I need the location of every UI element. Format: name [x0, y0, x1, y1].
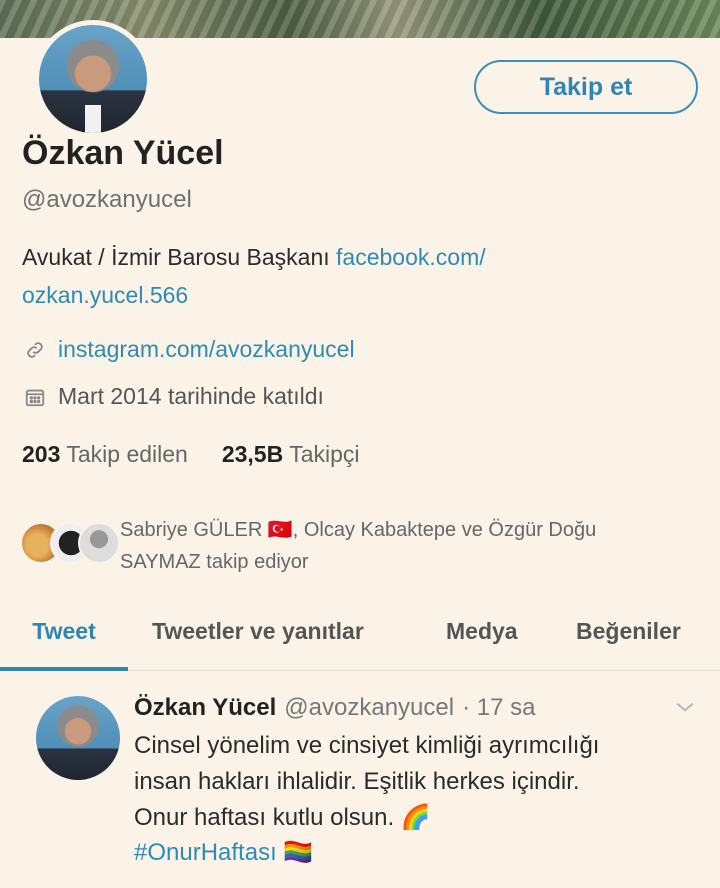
- following-label: Takip edilen: [66, 441, 188, 467]
- followed-by-line2: SAYMAZ takip ediyor: [120, 551, 309, 573]
- profile-website-link[interactable]: instagram.com/avozkanyucel: [58, 336, 355, 363]
- bio-facebook-link-cont[interactable]: ozkan.yucel.566: [22, 282, 188, 308]
- followers-label: Takipçi: [289, 441, 360, 467]
- tweet-hashtag[interactable]: #OnurHaftası 🏳️‍🌈: [134, 838, 313, 867]
- calendar-icon: [22, 384, 48, 410]
- profile-handle: @avozkanyucel: [22, 186, 192, 213]
- following-count: 203: [22, 441, 61, 467]
- followed-by-line1: Sabriye GÜLER 🇹🇷, Olcay Kabaktepe ve Özg…: [120, 519, 597, 541]
- tweet-line: insan hakları ihlalidir. Eşitlik herkes …: [134, 768, 580, 795]
- tab-media[interactable]: Medya: [446, 604, 518, 670]
- tweet-line: Cinsel yönelim ve cinsiyet kimliği ayrım…: [134, 732, 600, 759]
- tab-likes[interactable]: Beğeniler: [576, 604, 681, 670]
- profile-joined-row: Mart 2014 tarihinde katıldı: [22, 383, 324, 410]
- tab-tweets-and-replies[interactable]: Tweetler ve yanıtlar: [152, 604, 364, 670]
- bio-text: Avukat / İzmir Barosu Başkanı: [22, 244, 337, 270]
- profile-name: Özkan Yücel: [22, 134, 224, 172]
- profile-joined-text: Mart 2014 tarihinde katıldı: [58, 383, 324, 409]
- profile-stats: 203 Takip edilen 23,5B Takipçi: [22, 441, 360, 468]
- profile-website-row: instagram.com/avozkanyucel: [22, 336, 355, 363]
- bio-facebook-link[interactable]: facebook.com/: [336, 244, 486, 270]
- follower-avatar: [78, 522, 120, 564]
- profile-bio: Avukat / İzmir Barosu Başkanı facebook.c…: [22, 238, 662, 314]
- followers-stat[interactable]: 23,5B Takipçi: [222, 441, 360, 468]
- followers-count: 23,5B: [221, 441, 284, 467]
- profile-tabs: Tweet Tweetler ve yanıtlar Medya Beğenil…: [0, 604, 720, 671]
- followed-by-avatars[interactable]: [20, 512, 120, 568]
- following-stat[interactable]: 203 Takip edilen: [22, 441, 188, 468]
- tweet-avatar[interactable]: [36, 696, 120, 780]
- tweet-author[interactable]: Özkan Yücel: [134, 694, 276, 722]
- tweet-header: Özkan Yücel @avozkanyucel · 17 sa: [134, 694, 535, 722]
- followed-by-text[interactable]: Sabriye GÜLER 🇹🇷, Olcay Kabaktepe ve Özg…: [120, 514, 700, 578]
- link-icon: [22, 337, 48, 363]
- chevron-down-icon[interactable]: [672, 694, 698, 720]
- avatar-shirt: [85, 105, 101, 133]
- tab-tweet[interactable]: Tweet: [0, 604, 128, 671]
- tweet-handle[interactable]: @avozkanyucel: [284, 694, 454, 722]
- avatar-photo: [39, 25, 147, 133]
- tweet-text: Cinsel yönelim ve cinsiyet kimliği ayrım…: [134, 728, 694, 836]
- profile-avatar[interactable]: [34, 20, 152, 138]
- tweet-line: Onur haftası kutlu olsun. 🌈: [134, 804, 431, 831]
- tweet-time[interactable]: · 17 sa: [462, 694, 535, 722]
- follow-button[interactable]: Takip et: [474, 60, 698, 114]
